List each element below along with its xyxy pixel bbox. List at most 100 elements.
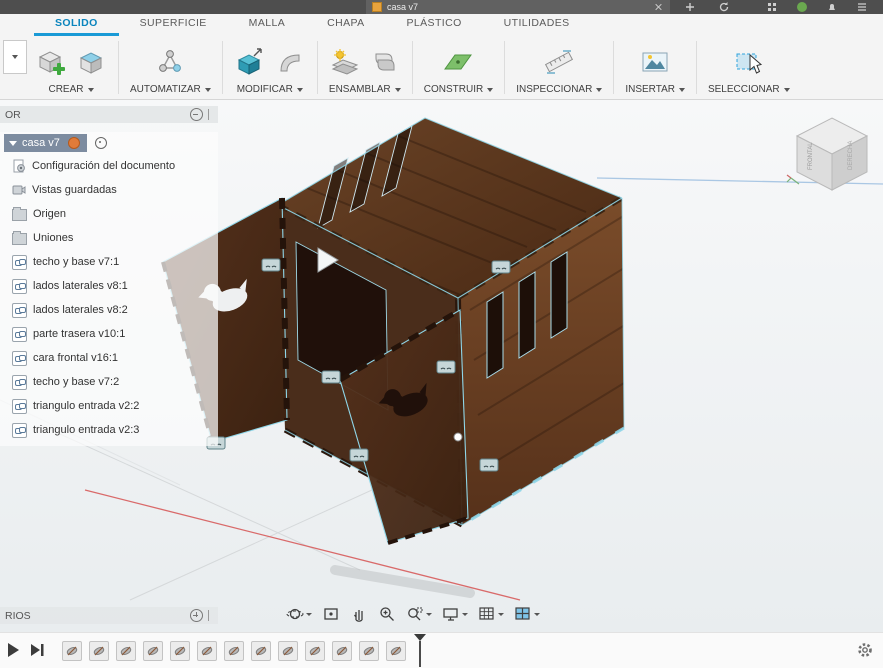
measure-icon[interactable]	[543, 46, 575, 78]
ribbon-tabs: SOLIDO SUPERFICIE MALLA CHAPA PLÁSTICO U…	[0, 14, 883, 36]
crear-dropdown[interactable]: CREAR	[48, 84, 94, 95]
tab-chapa[interactable]: CHAPA	[306, 13, 385, 36]
timeline-settings-gear-icon[interactable]	[857, 642, 873, 663]
automate-icon[interactable]	[154, 46, 186, 78]
insertar-dropdown[interactable]: INSERTAR	[625, 84, 685, 95]
viewports-button[interactable]	[511, 604, 543, 624]
document-tab[interactable]: casa v7	[366, 0, 670, 14]
browser-header[interactable]: OR	[0, 106, 218, 123]
feature-icon[interactable]	[197, 641, 217, 661]
new-tab-icon[interactable]	[684, 1, 696, 13]
tab-malla[interactable]: MALLA	[228, 13, 306, 36]
linked-component-icon	[12, 254, 27, 270]
grid-display-button[interactable]	[475, 604, 507, 624]
divider	[695, 41, 697, 94]
notifications-icon[interactable]	[826, 1, 838, 13]
chevron-down-icon	[12, 55, 18, 59]
menu-icon[interactable]	[856, 1, 868, 13]
display-settings-button[interactable]	[439, 604, 471, 624]
pan-button[interactable]	[347, 604, 371, 624]
feature-icon[interactable]	[359, 641, 379, 661]
origin-point[interactable]	[453, 432, 463, 442]
3d-viewport[interactable]: FRONTAL DERECHA OR casa v7 Configuración…	[0, 100, 883, 632]
viewcube[interactable]: FRONTAL DERECHA	[785, 108, 875, 193]
feature-icon[interactable]	[251, 641, 271, 661]
feature-icon[interactable]	[305, 641, 325, 661]
play-icon[interactable]	[6, 642, 20, 658]
feature-icon[interactable]	[332, 641, 352, 661]
tree-item-component[interactable]: lados laterales v8:2	[0, 298, 218, 322]
activate-component-icon[interactable]	[94, 137, 107, 149]
collapse-panel-icon[interactable]	[190, 108, 203, 121]
feature-icon[interactable]	[89, 641, 109, 661]
new-component-icon[interactable]	[35, 46, 67, 78]
tree-item-document-settings[interactable]: Configuración del documento	[0, 154, 218, 178]
skip-to-end-icon[interactable]	[30, 642, 46, 658]
browser-root-row[interactable]: casa v7	[0, 132, 218, 154]
modificar-dropdown[interactable]: MODIFICAR	[237, 84, 303, 95]
browser-tree: casa v7 Configuración del documento Vist…	[0, 132, 218, 446]
tab-solido[interactable]: SOLIDO	[34, 13, 119, 36]
unsaved-warning-icon	[67, 137, 80, 149]
root-component-chip[interactable]: casa v7	[4, 134, 87, 152]
press-pull-icon[interactable]	[234, 46, 266, 78]
seleccionar-dropdown[interactable]: SELECCIONAR	[708, 84, 790, 95]
tree-item-component[interactable]: cara frontal v16:1	[0, 346, 218, 370]
tree-item-component[interactable]: techo y base v7:2	[0, 370, 218, 394]
derive-icon[interactable]	[75, 46, 107, 78]
tab-plastico[interactable]: PLÁSTICO	[386, 13, 483, 36]
feature-icon[interactable]	[116, 641, 136, 661]
group-modificar: MODIFICAR	[225, 36, 315, 99]
timeline-position-marker[interactable]	[414, 634, 426, 668]
assemble-pages-icon[interactable]	[369, 46, 401, 78]
feature-icon[interactable]	[386, 641, 406, 661]
feature-icon[interactable]	[224, 641, 244, 661]
apps-grid-icon[interactable]	[766, 1, 778, 13]
orbit-button[interactable]	[283, 604, 315, 624]
comments-header[interactable]: RIOS	[0, 607, 218, 624]
tree-item-component[interactable]: techo y base v7:1	[0, 250, 218, 274]
linked-component-icon	[12, 350, 27, 366]
viewcube-front-label: FRONTAL	[808, 142, 814, 170]
data-panel-toggle[interactable]	[3, 40, 27, 74]
look-at-button[interactable]	[319, 604, 343, 624]
feature-icon[interactable]	[62, 641, 82, 661]
automatizar-dropdown[interactable]: AUTOMATIZAR	[130, 84, 211, 95]
chevron-down-icon	[296, 87, 303, 92]
tab-utilidades[interactable]: UTILIDADES	[483, 13, 591, 36]
avatar[interactable]	[796, 1, 808, 13]
construction-plane-icon[interactable]	[442, 46, 474, 78]
fillet-icon[interactable]	[274, 46, 306, 78]
insert-image-icon[interactable]	[639, 46, 671, 78]
sync-icon[interactable]	[718, 1, 730, 13]
tree-item-component[interactable]: lados laterales v8:1	[0, 274, 218, 298]
tree-item-component[interactable]: triangulo entrada v2:3	[0, 418, 218, 442]
tree-item-uniones[interactable]: Uniones	[0, 226, 218, 250]
ensamblar-dropdown[interactable]: ENSAMBLAR	[329, 84, 401, 95]
tree-item-origen[interactable]: Origen	[0, 202, 218, 226]
select-icon[interactable]	[733, 46, 765, 78]
joint-icon[interactable]	[329, 46, 361, 78]
construir-dropdown[interactable]: CONSTRUIR	[424, 84, 494, 95]
group-insertar: INSERTAR	[616, 36, 694, 99]
feature-icon[interactable]	[143, 641, 163, 661]
model-shadow	[330, 565, 475, 598]
feature-icon[interactable]	[170, 641, 190, 661]
divider	[411, 41, 413, 94]
tree-item-saved-views[interactable]: Vistas guardadas	[0, 178, 218, 202]
chevron-down-icon	[462, 612, 468, 616]
inspeccionar-dropdown[interactable]: INSPECCIONAR	[516, 84, 603, 95]
tree-item-component[interactable]: parte trasera v10:1	[0, 322, 218, 346]
expand-icon[interactable]	[9, 140, 17, 146]
expand-panel-icon[interactable]	[190, 609, 203, 622]
panel-grip[interactable]	[208, 109, 213, 120]
root-component-label: casa v7	[22, 137, 60, 149]
feature-icon[interactable]	[278, 641, 298, 661]
zoom-button[interactable]	[375, 604, 399, 624]
tree-item-component[interactable]: triangulo entrada v2:2	[0, 394, 218, 418]
close-tab-icon[interactable]	[654, 2, 664, 12]
window-zoom-button[interactable]	[403, 604, 435, 624]
tab-superficie[interactable]: SUPERFICIE	[119, 13, 228, 36]
panel-grip[interactable]	[208, 610, 213, 621]
comments-header-label: RIOS	[5, 609, 31, 622]
